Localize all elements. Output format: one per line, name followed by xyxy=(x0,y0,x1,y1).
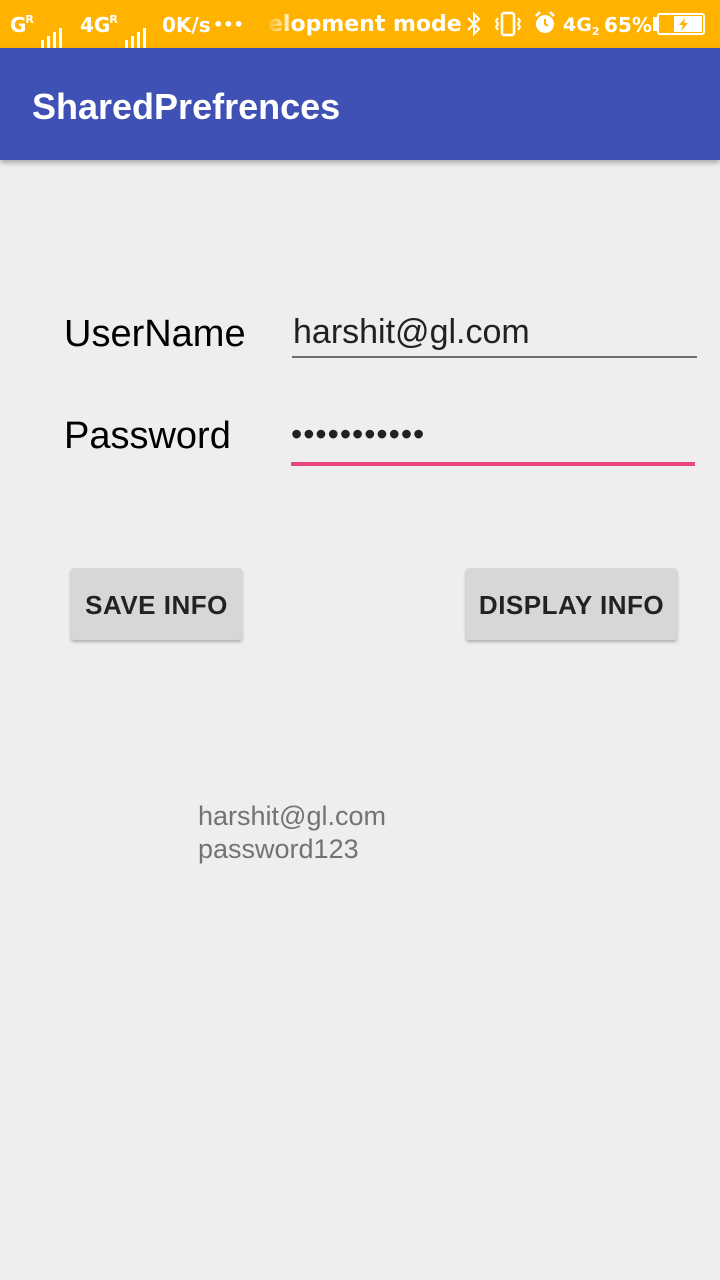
notification-text: elopment mode xyxy=(268,12,462,37)
save-info-button[interactable]: SAVE INFO xyxy=(71,568,242,640)
output-password: password123 xyxy=(198,834,359,864)
password-input[interactable]: ••••••••••• xyxy=(291,416,425,453)
network-type-label: 4G xyxy=(563,14,592,36)
password-input-underline xyxy=(291,462,695,466)
alarm-icon xyxy=(535,11,555,33)
network-type-label: G xyxy=(10,13,27,37)
sim-index-label: 2 xyxy=(591,25,600,38)
battery-percentage: 65% xyxy=(604,13,652,37)
vibrate-icon xyxy=(494,11,522,37)
roaming-label: R xyxy=(25,13,34,26)
password-label: Password xyxy=(64,415,231,457)
roaming-label: R xyxy=(109,13,118,26)
username-label: UserName xyxy=(64,313,246,355)
signal-indicator-1: GR xyxy=(10,0,65,50)
battery-charging-icon xyxy=(653,13,705,35)
signal-bars-icon xyxy=(40,0,65,50)
username-input[interactable]: harshit@gl.com xyxy=(293,313,530,352)
signal-bars-icon xyxy=(124,0,149,50)
display-info-button[interactable]: DISPLAY INFO xyxy=(466,568,677,640)
app-bar: SharedPrefrences xyxy=(0,48,720,160)
fade-overlay xyxy=(265,0,293,48)
network-type-label: 4G xyxy=(80,13,111,37)
app-title: SharedPrefrences xyxy=(32,86,341,127)
username-input-underline xyxy=(292,356,697,358)
bluetooth-icon xyxy=(467,11,481,37)
network-4g-indicator: 4G2 xyxy=(563,0,599,48)
more-notifications-icon: ••• xyxy=(213,15,244,34)
signal-indicator-2: 4GR xyxy=(80,0,149,50)
output-username: harshit@gl.com xyxy=(198,801,386,831)
network-speed: 0K/s xyxy=(162,13,211,37)
status-bar: GR 4GR 0K/s ••• elopment mode 4G2 65% xyxy=(0,0,720,50)
